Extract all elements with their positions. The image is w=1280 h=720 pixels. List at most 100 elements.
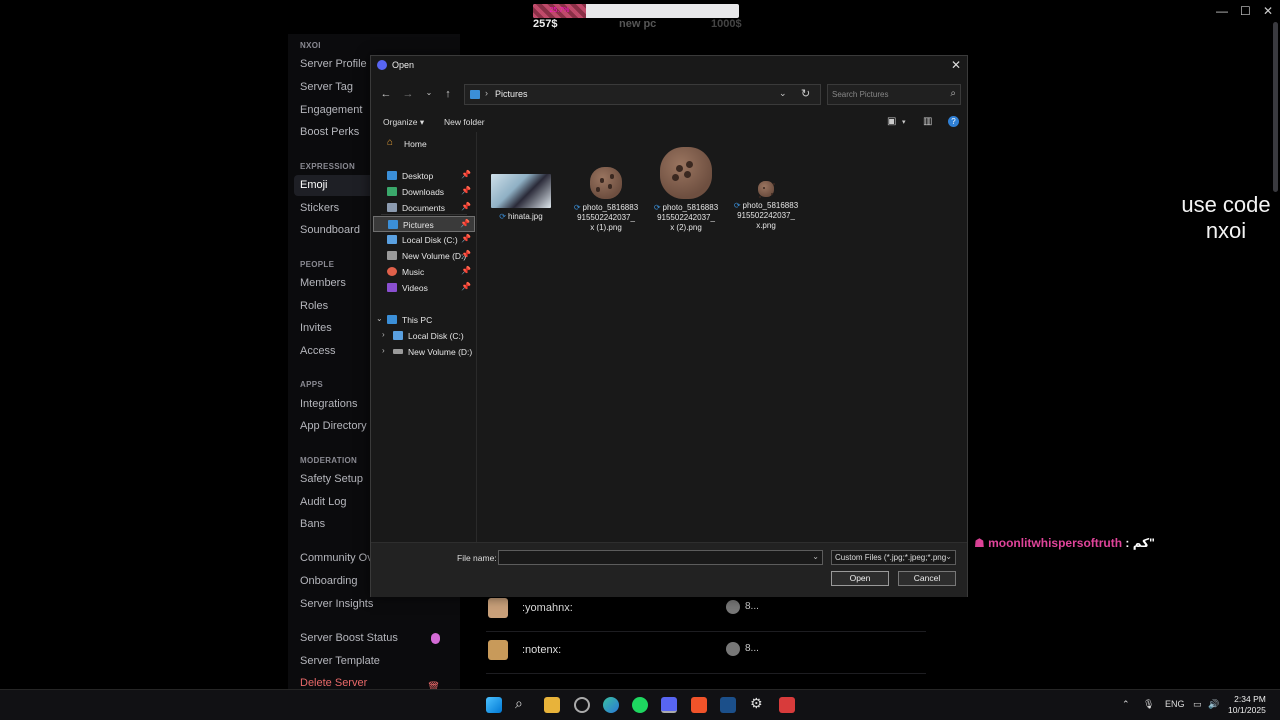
- sidebar-item-server-template[interactable]: Server Template: [294, 651, 454, 672]
- nav-item-desktop[interactable]: Desktop 📌: [373, 168, 475, 184]
- drive-icon: [393, 331, 403, 340]
- nav-item-label: Pictures: [403, 220, 434, 230]
- chatgpt-icon[interactable]: [574, 697, 590, 713]
- start-icon[interactable]: [486, 697, 502, 713]
- file-name-line-1: photo_5816883: [742, 201, 799, 210]
- file-name-field[interactable]: ⌄: [498, 550, 823, 565]
- music-icon: [387, 267, 397, 276]
- nav-item-label: Music: [402, 267, 425, 277]
- navigation-pane: ⌂ Home Desktop 📌 Downloads 📌 Documents 📌: [371, 132, 477, 542]
- open-button[interactable]: Open: [831, 571, 889, 586]
- file-type-value: Custom Files (*.jpg;*.jpeg;*.png: [835, 553, 947, 562]
- cancel-button[interactable]: Cancel: [898, 571, 956, 586]
- nav-item-label: New Volume (D:): [408, 347, 473, 357]
- network-icon[interactable]: ▭: [1193, 699, 1202, 710]
- discord-icon[interactable]: [661, 697, 677, 713]
- drive-icon: [387, 235, 397, 244]
- nav-item-local-disk[interactable]: Local Disk (C:) 📌: [373, 232, 475, 248]
- chevron-down-icon[interactable]: ⌄: [779, 88, 787, 99]
- nav-item-label: Home: [404, 139, 427, 149]
- maximize-icon[interactable]: ☐: [1240, 4, 1251, 18]
- nav-item-this-pc[interactable]: ⌄ This PC: [373, 312, 475, 328]
- list-item[interactable]: :yomahnx: 8...: [486, 592, 926, 632]
- chevron-right-icon: ›: [382, 346, 385, 355]
- pin-icon: 📌: [461, 234, 471, 243]
- avatar: [726, 642, 740, 656]
- file-item[interactable]: ⟳ photo_5816883 915502242037_ x (2).png: [647, 144, 725, 233]
- steam-icon[interactable]: [720, 697, 736, 713]
- pin-icon: 📌: [461, 266, 471, 275]
- nav-item-videos[interactable]: Videos 📌: [373, 280, 475, 296]
- language-indicator[interactable]: ENG: [1165, 699, 1185, 709]
- forward-icon[interactable]: →: [401, 88, 415, 100]
- pin-icon: 📌: [461, 202, 471, 211]
- preview-pane-icon[interactable]: ▥: [923, 116, 932, 127]
- chevron-down-icon: ⌄: [376, 314, 383, 323]
- nav-item-new-volume[interactable]: New Volume (D:) 📌: [373, 248, 475, 264]
- chevron-down-icon[interactable]: ⌄: [812, 552, 819, 561]
- address-bar[interactable]: › Pictures ⌄ ↻: [464, 84, 821, 105]
- goal-progress-bar: 25.7%: [533, 4, 739, 18]
- edge-icon[interactable]: [603, 697, 619, 713]
- chat-message: ☗ moonlitwhispersoftruth : كم": [974, 536, 1155, 550]
- back-icon[interactable]: ←: [379, 88, 393, 100]
- help-icon[interactable]: ?: [948, 116, 959, 127]
- dialog-titlebar[interactable]: Open ✕: [371, 56, 967, 76]
- section-header-moderation: MODERATION: [300, 456, 358, 465]
- recent-locations-icon[interactable]: ⌄: [422, 88, 436, 97]
- app-icon[interactable]: [779, 697, 795, 713]
- goal-progress-fill: 25.7%: [533, 4, 586, 18]
- organize-button[interactable]: Organize ▾: [383, 117, 424, 128]
- scrollbar[interactable]: [1273, 22, 1278, 192]
- close-icon[interactable]: ✕: [951, 58, 961, 72]
- emoji-name: :notenx:: [522, 644, 562, 656]
- file-name-line-1: photo_5816883: [582, 203, 639, 212]
- nav-item-label: Local Disk (C:): [408, 331, 464, 341]
- brave-icon[interactable]: [691, 697, 707, 713]
- file-name-line-2: 915502242037_: [577, 213, 635, 222]
- list-item[interactable]: :notenx: 8...: [486, 634, 926, 674]
- pin-icon: 📌: [461, 170, 471, 179]
- search-input[interactable]: Search Pictures ⌕: [827, 84, 961, 105]
- image-thumbnail: [491, 174, 551, 208]
- volume-icon[interactable]: 🔊: [1208, 699, 1219, 710]
- file-name-label: File name:: [457, 553, 497, 563]
- minimize-icon[interactable]: —: [1216, 4, 1228, 18]
- taskbar: ⌕ ⚙ ⌃ 🎙 ENG ▭ 🔊 2:34 PM 10/1/2025: [0, 689, 1280, 720]
- documents-icon: [387, 203, 397, 212]
- spotify-icon[interactable]: [632, 697, 648, 713]
- view-icon[interactable]: ▣: [887, 116, 896, 127]
- new-folder-button[interactable]: New folder: [444, 117, 485, 127]
- nav-item-music[interactable]: Music 📌: [373, 264, 475, 280]
- sidebar-item-server-boost-status[interactable]: Server Boost Status: [294, 628, 454, 649]
- nav-item-local-disk-c[interactable]: › Local Disk (C:): [373, 328, 475, 344]
- nav-item-pictures[interactable]: Pictures 📌: [373, 216, 475, 232]
- up-icon[interactable]: ↑: [441, 88, 455, 100]
- microphone-icon[interactable]: 🎙: [1143, 699, 1154, 710]
- file-item[interactable]: ⟳ hinata.jpg: [482, 165, 560, 222]
- nav-item-label: Desktop: [402, 171, 434, 181]
- image-thumbnail: [758, 181, 774, 197]
- file-item[interactable]: ⟳ photo_5816883 915502242037_ x (1).png: [567, 164, 645, 233]
- close-window-icon[interactable]: ✕: [1263, 4, 1273, 18]
- file-item[interactable]: ⟳ photo_5816883 915502242037_ x.png: [727, 178, 805, 231]
- nav-item-documents[interactable]: Documents 📌: [373, 200, 475, 216]
- file-type-select[interactable]: Custom Files (*.jpg;*.jpeg;*.png ⌄: [831, 550, 956, 565]
- nav-item-downloads[interactable]: Downloads 📌: [373, 184, 475, 200]
- settings-icon[interactable]: ⚙: [750, 695, 766, 711]
- chevron-down-icon[interactable]: ▾: [902, 118, 906, 126]
- search-icon: ⌕: [950, 88, 956, 99]
- file-name-line-3: x (2).png: [670, 223, 702, 232]
- pictures-icon: [388, 220, 398, 229]
- emoji-name: :yomahnx:: [522, 602, 573, 614]
- nav-item-home[interactable]: ⌂ Home: [373, 136, 475, 152]
- search-icon[interactable]: ⌕: [515, 695, 531, 711]
- nav-item-new-volume-d[interactable]: › New Volume (D:): [373, 344, 475, 360]
- sidebar-item-server-insights[interactable]: Server Insights: [294, 594, 454, 615]
- uploader-name: 8...: [745, 601, 759, 612]
- drive-icon: [387, 251, 397, 260]
- file-explorer-icon[interactable]: [544, 697, 560, 713]
- refresh-icon[interactable]: ↻: [801, 87, 810, 100]
- system-clock[interactable]: 2:34 PM 10/1/2025: [1228, 694, 1266, 716]
- chevron-up-icon[interactable]: ⌃: [1122, 699, 1130, 710]
